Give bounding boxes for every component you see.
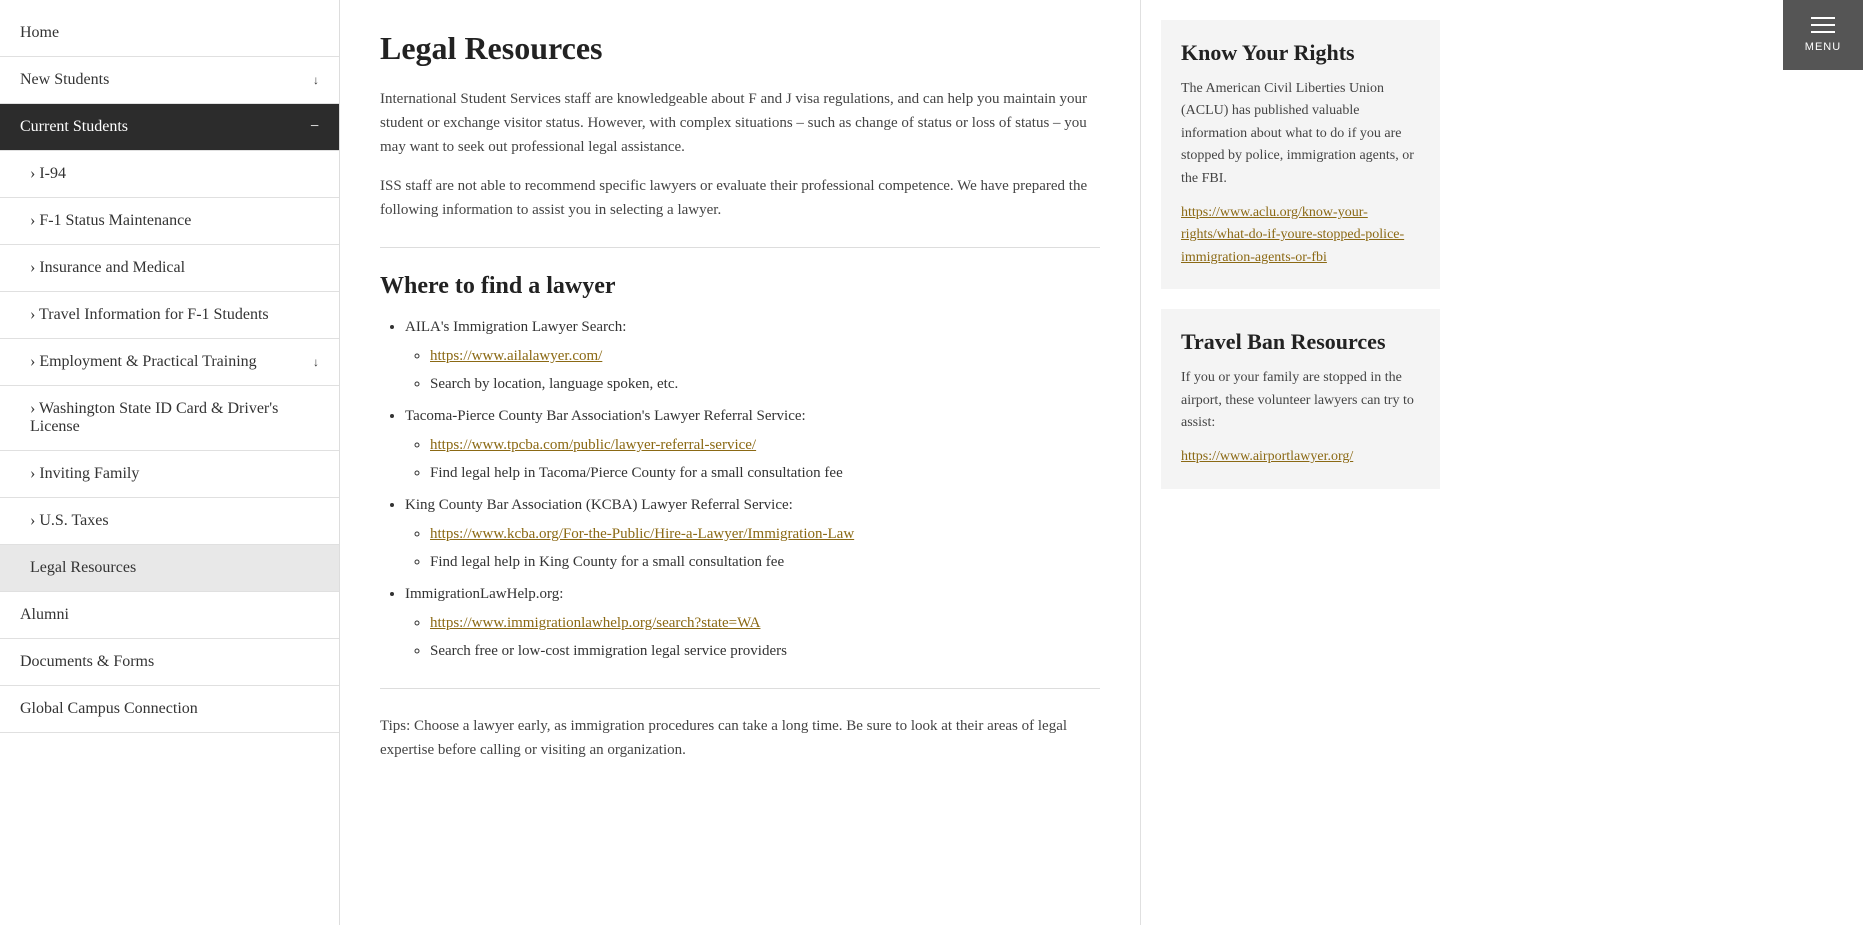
info-card-travel-ban: Travel Ban Resources If you or your famil… [1161, 309, 1440, 489]
sidebar-item-label: › Travel Information for F-1 Students [30, 306, 269, 324]
chevron-down-icon: ↓ [313, 73, 319, 88]
resource-sub-item: Find legal help in King County for a sma… [430, 550, 1100, 574]
sidebar: Home New Students ↓ Current Students − › I-94… [0, 0, 340, 925]
resource-sub-item: Search by location, language spoken, etc… [430, 372, 1100, 396]
main-content: Legal Resources International Student Se… [340, 0, 1140, 925]
sidebar-item-label: Documents & Forms [20, 653, 154, 671]
intro-paragraph-2: ISS staff are not able to recommend spec… [380, 174, 1100, 222]
sidebar-item-label: › Insurance and Medical [30, 259, 185, 277]
sidebar-item-label: › I-94 [30, 165, 66, 183]
resource-sub-list: https://www.immigrationlawhelp.org/searc… [405, 611, 1100, 663]
menu-button[interactable]: MENU [1783, 0, 1863, 70]
resource-list: AILA's Immigration Lawyer Search:https:/… [380, 315, 1100, 663]
sidebar-item-alumni[interactable]: Alumni [0, 592, 339, 639]
sidebar-item-label: › Washington State ID Card & Driver's Li… [30, 400, 319, 436]
sidebar-item-i94[interactable]: › I-94 [0, 151, 339, 198]
info-card-link[interactable]: https://www.airportlawyer.org/ [1181, 446, 1420, 468]
right-sidebar: Know Your Rights The American Civil Liber… [1140, 0, 1460, 925]
divider-1 [380, 247, 1100, 248]
sidebar-item-current-students[interactable]: Current Students − [0, 104, 339, 151]
page-title: Legal Resources [380, 30, 1100, 67]
sidebar-item-documents[interactable]: Documents & Forms [0, 639, 339, 686]
resource-item: King County Bar Association (KCBA) Lawye… [405, 493, 1100, 574]
menu-bar [1811, 17, 1835, 19]
info-card-link[interactable]: https://www.aclu.org/know-your-rights/wh… [1181, 202, 1420, 269]
sidebar-item-label: › F-1 Status Maintenance [30, 212, 191, 230]
resource-sub-list: https://www.kcba.org/For-the-Public/Hire… [405, 522, 1100, 574]
intro-paragraph-1: International Student Services staff are… [380, 87, 1100, 159]
resource-sub-item: https://www.tpcba.com/public/lawyer-refe… [430, 433, 1100, 457]
menu-label: MENU [1805, 41, 1841, 53]
sidebar-item-taxes[interactable]: › U.S. Taxes [0, 498, 339, 545]
sidebar-item-label: New Students [20, 71, 109, 89]
sidebar-item-label: › U.S. Taxes [30, 512, 109, 530]
resource-sub-item: Search free or low-cost immigration lega… [430, 639, 1100, 663]
resource-sub-list: https://www.tpcba.com/public/lawyer-refe… [405, 433, 1100, 485]
sidebar-item-wa-id[interactable]: › Washington State ID Card & Driver's Li… [0, 386, 339, 451]
chevron-down-icon: ↓ [313, 355, 319, 370]
sidebar-item-label: Alumni [20, 606, 69, 624]
info-card-know-your-rights: Know Your Rights The American Civil Liber… [1161, 20, 1440, 289]
sidebar-item-label: Current Students [20, 118, 128, 136]
sidebar-item-legal[interactable]: Legal Resources [0, 545, 339, 592]
sidebar-item-label: › Inviting Family [30, 465, 139, 483]
divider-2 [380, 688, 1100, 689]
sidebar-item-f1-status[interactable]: › F-1 Status Maintenance [0, 198, 339, 245]
info-card-body: If you or your family are stopped in the… [1181, 367, 1420, 434]
sidebar-item-label: Legal Resources [30, 559, 136, 577]
sidebar-item-global[interactable]: Global Campus Connection [0, 686, 339, 733]
sidebar-item-travel[interactable]: › Travel Information for F-1 Students [0, 292, 339, 339]
info-card-body: The American Civil Liberties Union (ACLU… [1181, 78, 1420, 190]
resource-link[interactable]: https://www.ailalawyer.com/ [430, 348, 602, 364]
menu-bar [1811, 31, 1835, 33]
sidebar-item-home[interactable]: Home [0, 10, 339, 57]
tips-paragraph: Tips: Choose a lawyer early, as immigrat… [380, 714, 1100, 762]
info-card-title: Know Your Rights [1181, 40, 1420, 66]
resource-sub-item: https://www.kcba.org/For-the-Public/Hire… [430, 522, 1100, 546]
where-find-lawyer-heading: Where to find a lawyer [380, 273, 1100, 300]
sidebar-item-new-students[interactable]: New Students ↓ [0, 57, 339, 104]
resource-item: Tacoma-Pierce County Bar Association's L… [405, 404, 1100, 485]
resource-sub-item: Find legal help in Tacoma/Pierce County … [430, 461, 1100, 485]
menu-bar [1811, 24, 1835, 26]
resource-item: ImmigrationLawHelp.org:https://www.immig… [405, 582, 1100, 663]
resource-link[interactable]: https://www.tpcba.com/public/lawyer-refe… [430, 437, 756, 453]
collapse-icon: − [310, 118, 319, 136]
resource-sub-item: https://www.ailalawyer.com/ [430, 344, 1100, 368]
sidebar-item-label: › Employment & Practical Training [30, 353, 257, 371]
sidebar-item-label: Home [20, 24, 59, 42]
resource-link[interactable]: https://www.immigrationlawhelp.org/searc… [430, 615, 760, 631]
sidebar-item-inviting[interactable]: › Inviting Family [0, 451, 339, 498]
resource-sub-list: https://www.ailalawyer.com/Search by loc… [405, 344, 1100, 396]
resource-link[interactable]: https://www.kcba.org/For-the-Public/Hire… [430, 526, 854, 542]
sidebar-item-insurance[interactable]: › Insurance and Medical [0, 245, 339, 292]
resource-item: AILA's Immigration Lawyer Search:https:/… [405, 315, 1100, 396]
sidebar-item-employment[interactable]: › Employment & Practical Training ↓ [0, 339, 339, 386]
sidebar-item-label: Global Campus Connection [20, 700, 198, 718]
resource-sub-item: https://www.immigrationlawhelp.org/searc… [430, 611, 1100, 635]
info-card-title: Travel Ban Resources [1181, 329, 1420, 355]
